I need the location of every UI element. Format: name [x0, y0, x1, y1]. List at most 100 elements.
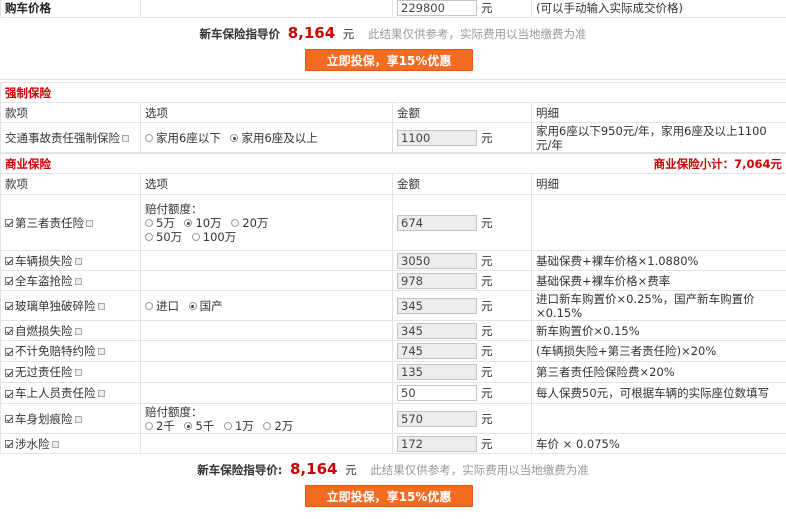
scratch-option-20k[interactable]: 2万	[263, 419, 293, 433]
checkbox-icon[interactable]	[5, 277, 13, 285]
radio-selected-icon	[188, 302, 197, 310]
commercial-subtotal: 商业保险小计：7,064元	[653, 156, 782, 171]
passenger-amount-input[interactable]	[397, 385, 477, 401]
scratch-option-5k[interactable]: 5千	[184, 419, 214, 433]
guide-price-unit: 元	[345, 463, 357, 477]
car-price-unit: 元	[481, 0, 493, 15]
help-icon[interactable]	[97, 302, 105, 310]
seat-option-under-6[interactable]: 家用6座以下	[145, 130, 221, 146]
passenger-detail: 每人保费50元，可根据车辆的实际座位数填写	[531, 382, 786, 404]
no-fault-row: 无过责任险	[0, 361, 141, 383]
radio-icon	[223, 422, 232, 430]
checkbox-icon[interactable]	[5, 389, 13, 398]
deductible-detail: (车辆损失险+第三者责任险)×20%	[531, 340, 786, 362]
checkbox-icon[interactable]	[5, 347, 13, 356]
vehicle-loss-amount[interactable]	[397, 252, 477, 269]
help-icon[interactable]	[97, 348, 105, 355]
compulsory-section-title: 强制保险	[0, 82, 786, 103]
col-header-detail: 明细	[531, 102, 786, 123]
radio-icon	[145, 219, 153, 227]
col-header-amount: 金额	[392, 102, 532, 123]
vehicle-loss-detail: 基础保费+裸车价格×1.0880%	[531, 250, 786, 271]
no-fault-detail: 第三者责任险保险费×20%	[531, 361, 786, 383]
help-icon[interactable]	[74, 369, 82, 376]
glass-detail: 进口新车购置价×0.25%，国产新车购置价×0.15%	[531, 290, 786, 321]
fire-detail: 新车购置价×0.15%	[531, 320, 786, 341]
commercial-table: 商业保险 商业保险小计：7,064元 款项 选项 金额 明细 第三者责任险 赔付额…	[0, 153, 786, 454]
car-price-table: 购车价格 元 (可以手动输入实际成交价格)	[0, 0, 786, 18]
scratch-option-10k[interactable]: 1万	[223, 419, 254, 433]
car-price-input[interactable]	[397, 0, 477, 16]
third-party-caption: 赔付额度：	[145, 201, 203, 216]
radio-selected-icon[interactable]	[230, 134, 239, 142]
radio-selected-icon	[184, 422, 193, 430]
compulsory-row-name: 交通事故责任强制保险	[0, 122, 141, 153]
guide-price-note: 此结果仅供参考，实际费用以当地缴费为准	[370, 463, 589, 477]
glass-option-import[interactable]: 进口	[145, 298, 179, 314]
scratch-amount[interactable]	[397, 410, 477, 427]
checkbox-icon[interactable]	[5, 219, 13, 227]
radio-icon	[145, 302, 153, 310]
wading-amount[interactable]	[397, 435, 477, 452]
theft-detail: 基础保费+裸车价格×费率	[531, 270, 786, 291]
radio-icon	[231, 219, 240, 227]
third-party-option-5w[interactable]: 5万	[145, 216, 175, 230]
commercial-section-title: 商业保险	[5, 156, 51, 171]
scratch-option-2k[interactable]: 2千	[145, 419, 175, 433]
buy-insurance-button-bottom[interactable]: 立即投保，享15%优惠	[305, 485, 473, 507]
glass-option-domestic[interactable]: 国产	[188, 298, 223, 314]
vehicle-loss-row: 车辆损失险	[0, 250, 141, 271]
deductible-amount[interactable]	[397, 343, 477, 359]
theft-amount[interactable]	[397, 272, 477, 289]
fire-row: 自燃损失险	[0, 320, 141, 341]
third-party-option-100w[interactable]: 100万	[191, 230, 236, 244]
car-price-hint: (可以手动输入实际成交价格)	[531, 0, 786, 18]
glass-amount[interactable]	[397, 297, 477, 314]
third-party-option-10w[interactable]: 10万	[184, 216, 222, 230]
help-icon[interactable]	[74, 277, 82, 285]
help-icon[interactable]	[74, 327, 82, 335]
fire-amount[interactable]	[397, 322, 477, 339]
compulsory-amount[interactable]	[397, 129, 477, 146]
col-header-option: 选项	[140, 173, 393, 195]
guide-price-value: 8,164	[290, 460, 338, 478]
help-icon[interactable]	[51, 440, 59, 448]
guide-price-label: 新车保险指导价	[199, 27, 281, 41]
help-icon[interactable]	[74, 257, 82, 265]
help-icon[interactable]	[86, 219, 93, 227]
wading-detail: 车价 × 0.075%	[531, 433, 786, 454]
wading-row: 涉水险	[0, 433, 141, 454]
guide-price-unit: 元	[342, 27, 355, 41]
checkbox-icon[interactable]	[5, 368, 13, 377]
checkbox-icon[interactable]	[5, 327, 13, 335]
compulsory-detail: 家用6座以下950元/年，家用6座及以上1100元/年	[531, 122, 786, 153]
third-party-option-50w[interactable]: 50万	[145, 230, 182, 244]
radio-icon	[263, 422, 272, 430]
compulsory-name: 交通事故责任强制保险	[5, 130, 120, 145]
seat-option-6-plus[interactable]: 家用6座及以上	[230, 130, 318, 146]
col-header-detail: 明细	[531, 173, 786, 195]
glass-row: 玻璃单独破碎险	[0, 290, 141, 321]
radio-selected-icon	[184, 219, 193, 227]
checkbox-icon[interactable]	[5, 302, 13, 310]
checkbox-icon[interactable]	[5, 257, 13, 265]
scratch-row: 车身划痕险	[0, 403, 141, 434]
help-icon[interactable]	[97, 390, 105, 397]
compulsory-table: 强制保险 款项 选项 金额 明细 交通事故责任强制保险 家用6座以下 家用6座及…	[0, 82, 786, 153]
third-party-row: 第三者责任险	[0, 194, 141, 251]
theft-row: 全车盗抢险	[0, 270, 141, 291]
checkbox-icon[interactable]	[5, 415, 13, 423]
third-party-option-20w[interactable]: 20万	[231, 216, 268, 230]
scratch-caption: 赔付额度：	[145, 404, 203, 419]
checkbox-icon[interactable]	[5, 440, 13, 448]
guide-price-note: 此结果仅供参考，实际费用以当地缴费为准	[367, 27, 587, 41]
buy-insurance-button-top[interactable]: 立即投保，享15%优惠	[305, 49, 473, 71]
no-fault-amount[interactable]	[397, 364, 477, 380]
third-party-amount[interactable]	[397, 214, 477, 231]
top-price-banner: 新车保险指导价 8,164 元 此结果仅供参考，实际费用以当地缴费为准	[0, 24, 786, 42]
deductible-row: 不计免赔特约险	[0, 340, 141, 362]
help-icon[interactable]	[122, 134, 129, 142]
radio-icon[interactable]	[145, 134, 153, 142]
help-icon[interactable]	[74, 415, 82, 423]
col-header-amount: 金额	[392, 173, 532, 195]
